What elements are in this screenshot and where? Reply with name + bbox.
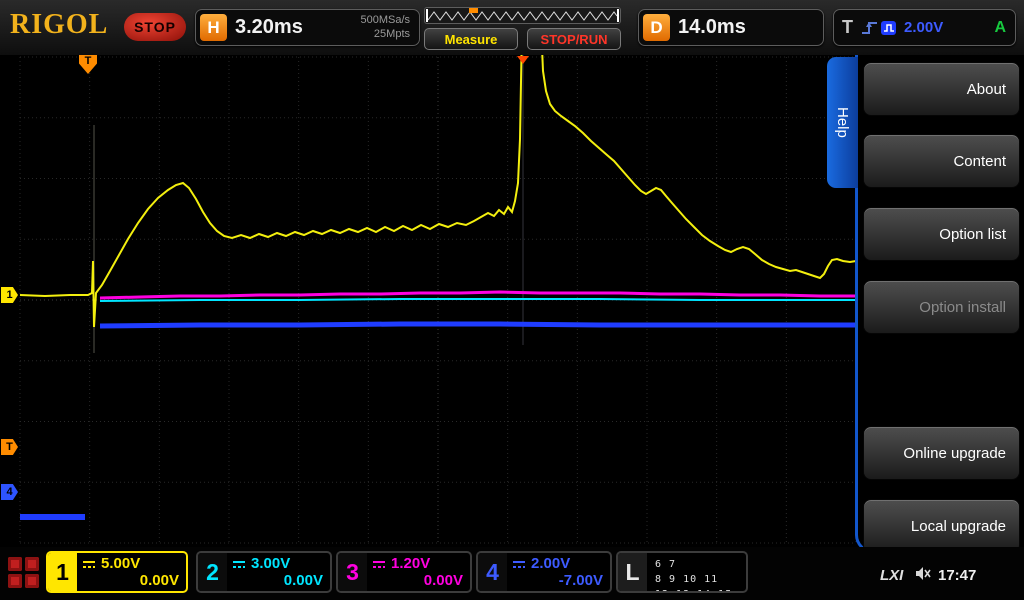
trace-channel-1 [20, 55, 856, 327]
channel-2-scale: 3.00V [251, 555, 290, 572]
channel-1-box[interactable]: 1 5.00V 0.00V [46, 551, 188, 593]
channel-2-number: 2 [198, 553, 227, 591]
channel-2-values: 3.00V 0.00V [227, 553, 330, 591]
digital-channel-list: 0 1 2 3 4 5 6 7 8 9 10 11 12 13 14 15 [647, 553, 746, 591]
delay-value: 14.0ms [678, 16, 746, 39]
measure-button[interactable]: Measure [424, 28, 518, 50]
channel-3-scale: 1.20V [391, 555, 430, 572]
channel-1-scale: 5.00V [101, 555, 140, 572]
channel-3-number: 3 [338, 553, 367, 591]
channel-2-offset: 0.00V [232, 572, 323, 589]
channel-4-scale: 2.00V [531, 555, 570, 572]
digital-row-1: 0 1 2 3 4 5 6 7 [655, 551, 739, 572]
trigger-slope-icon [860, 19, 880, 37]
menu-item-local-upgrade[interactable]: Local upgrade [863, 499, 1020, 553]
channel-4-offset: -7.00V [512, 572, 603, 589]
waveform-display: 1 T 4 T [0, 55, 857, 547]
clock: 17:47 [938, 567, 976, 584]
bottom-status-bar: 1 5.00V 0.00V 2 3.00V 0.00V 3 [0, 547, 1024, 600]
channel-3-box[interactable]: 3 1.20V 0.00V [336, 551, 472, 593]
trigger-t-label: T [842, 17, 853, 38]
rigol-logo: RIGOL [10, 9, 108, 41]
red-square-icon [25, 574, 39, 588]
top-bar: RIGOL STOP H 3.20ms 500MSa/s 25Mpts Meas… [0, 0, 1024, 55]
lxi-label: LXI [880, 567, 903, 584]
menu-item-content[interactable]: Content [863, 134, 1020, 188]
delay-settings-box[interactable]: D 14.0ms [638, 9, 824, 46]
trigger-mode-indicator: A [994, 19, 1006, 37]
trigger-settings-box[interactable]: T 2.00V A [833, 9, 1016, 46]
all-channels-icon[interactable] [8, 557, 39, 588]
menu-item-option-list[interactable]: Option list [863, 207, 1020, 261]
channel-4-box[interactable]: 4 2.00V -7.00V [476, 551, 612, 593]
stop-run-button[interactable]: STOP/RUN [527, 28, 621, 50]
trace-channel-2 [100, 299, 856, 301]
channel-4-number: 4 [478, 553, 507, 591]
delay-position-icon [517, 56, 529, 64]
menu-item-about[interactable]: About [863, 62, 1020, 116]
channel-1-offset: 0.00V [82, 572, 179, 589]
memory-position-bar[interactable] [424, 7, 621, 24]
memory-depth-value: 25Mpts [360, 28, 410, 42]
acquisition-rates: 500MSa/s 25Mpts [360, 14, 410, 42]
red-square-icon [25, 557, 39, 571]
digital-channels-box[interactable]: L 0 1 2 3 4 5 6 7 8 9 10 11 12 13 14 15 [616, 551, 748, 593]
digital-row-2: 8 9 10 11 12 13 14 15 [655, 572, 739, 593]
trace-channel-4 [100, 324, 856, 326]
acquisition-status-badge: STOP [124, 13, 186, 41]
coupling-icon [512, 559, 526, 569]
timebase-value: 3.20ms [235, 16, 303, 39]
delay-d-icon: D [643, 14, 670, 41]
coupling-icon [82, 559, 96, 569]
oscilloscope-screen: RIGOL STOP H 3.20ms 500MSa/s 25Mpts Meas… [0, 0, 1024, 600]
trace-channel-3 [100, 292, 856, 298]
channel-3-values: 1.20V 0.00V [367, 553, 470, 591]
menu-item-option-install[interactable]: Option install [863, 280, 1020, 334]
logic-label: L [618, 553, 647, 591]
coupling-icon [372, 559, 386, 569]
muted-speaker-icon [915, 566, 932, 586]
red-square-icon [8, 557, 22, 571]
help-tab[interactable]: Help [827, 57, 858, 188]
trigger-source-icon [880, 19, 898, 37]
channel-1-number: 1 [48, 553, 77, 591]
waveform-plot [0, 55, 857, 547]
waveform-traces [20, 55, 856, 517]
menu-item-online-upgrade[interactable]: Online upgrade [863, 426, 1020, 480]
horizontal-settings-box[interactable]: H 3.20ms 500MSa/s 25Mpts [195, 9, 420, 46]
waveform-position-icon [425, 8, 620, 23]
trigger-level-value: 2.00V [904, 19, 943, 36]
sample-rate-value: 500MSa/s [360, 14, 410, 28]
channel-4-values: 2.00V -7.00V [507, 553, 610, 591]
channel-3-offset: 0.00V [372, 572, 463, 589]
coupling-icon [232, 559, 246, 569]
red-square-icon [8, 574, 22, 588]
horizontal-h-icon: H [200, 14, 227, 41]
channel-1-values: 5.00V 0.00V [77, 553, 186, 591]
channel-2-box[interactable]: 2 3.00V 0.00V [196, 551, 332, 593]
